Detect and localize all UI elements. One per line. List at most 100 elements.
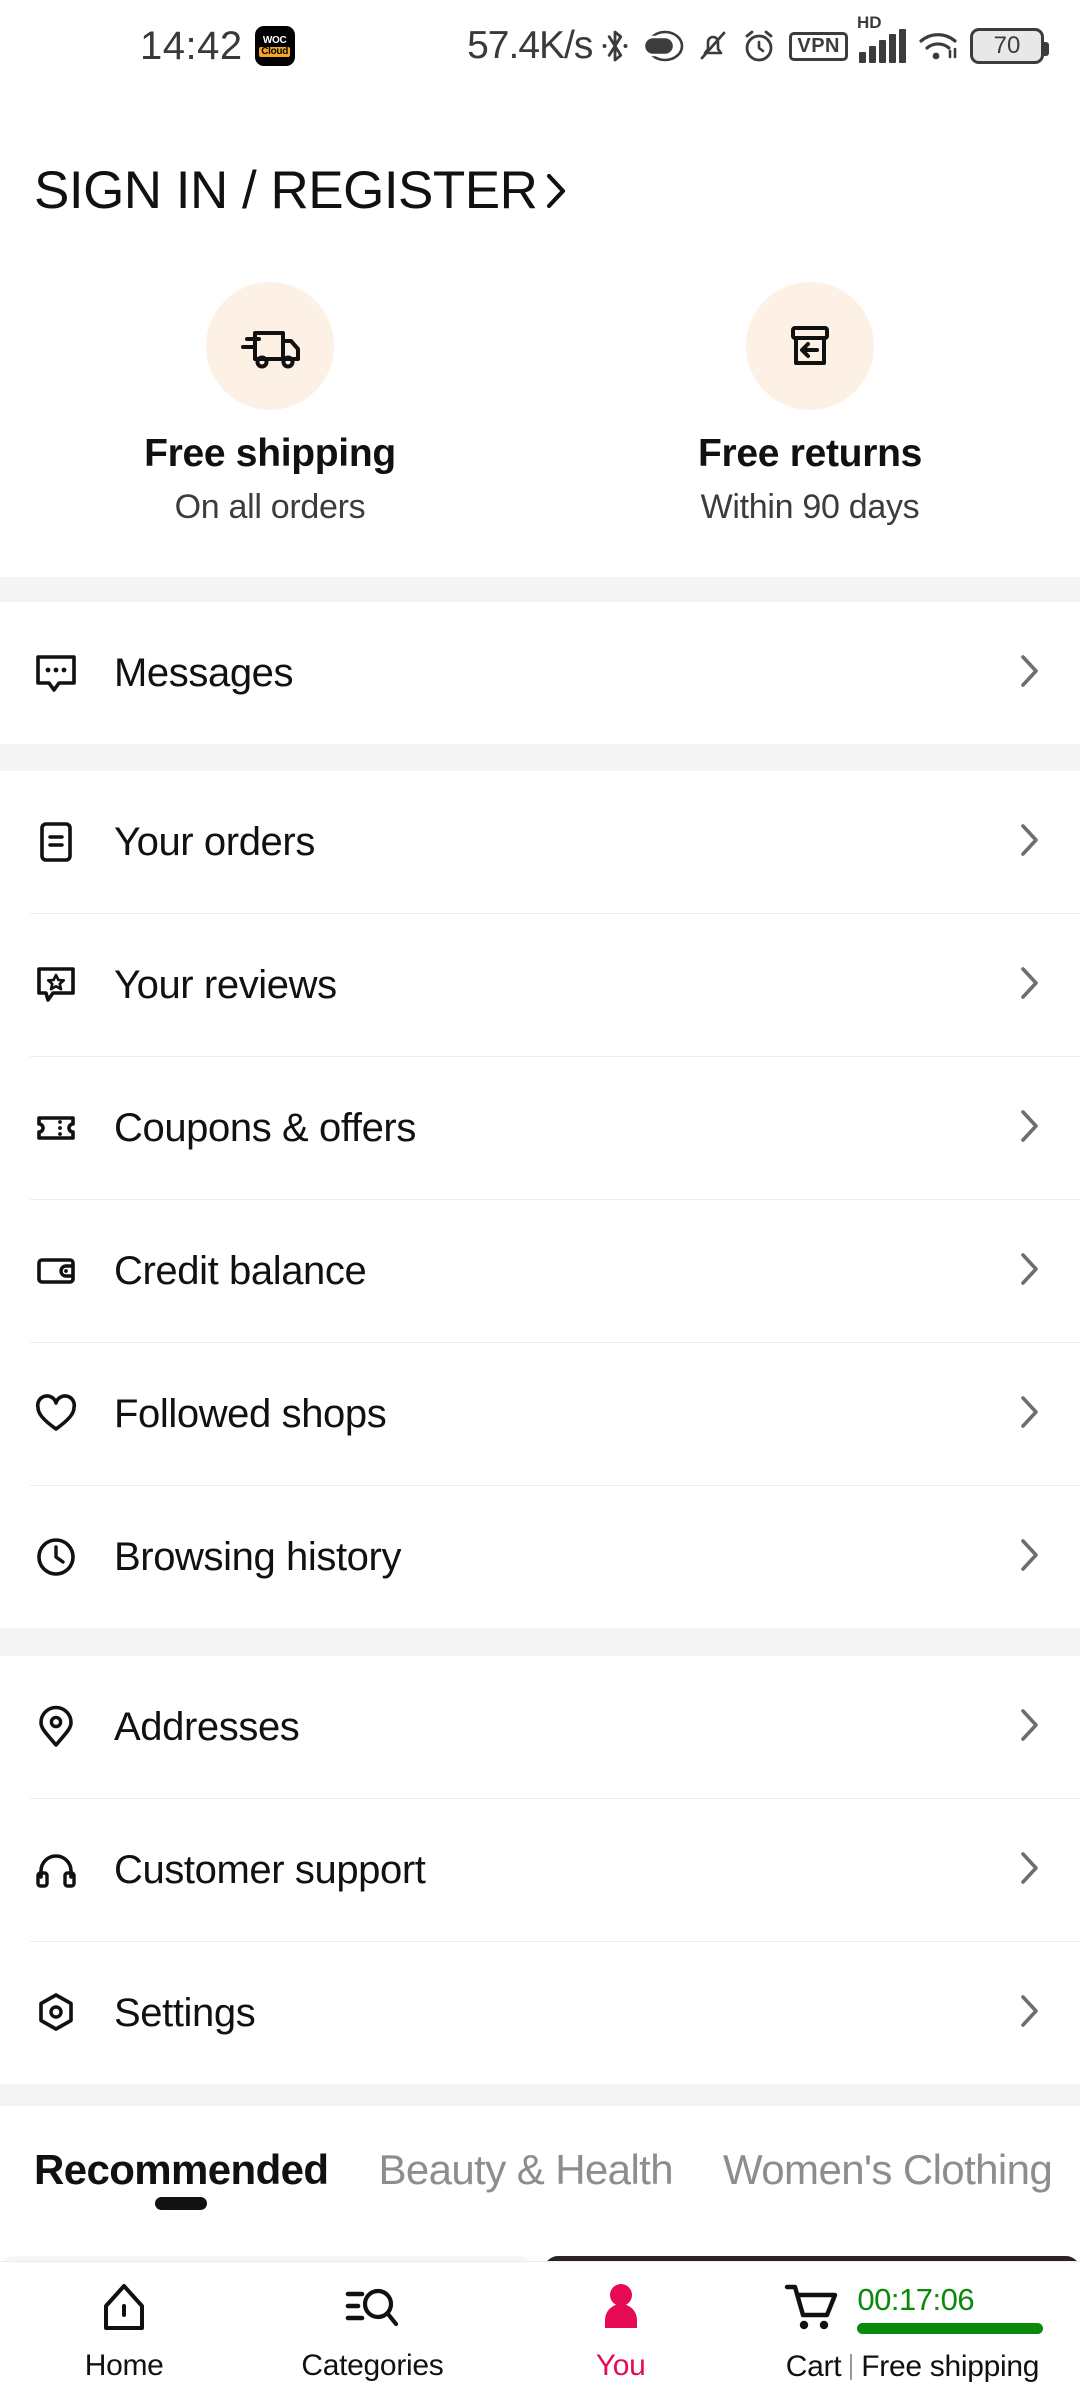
chevron-right-icon [1014, 1846, 1044, 1895]
menu-group-2: Your orders Your reviews Coupons & offer… [0, 771, 1080, 1628]
benefit-title: Free shipping [144, 432, 396, 475]
menu-item-browsing-history[interactable]: Browsing history [0, 1486, 1080, 1628]
nav-item-categories[interactable]: Categories [248, 2280, 496, 2383]
chevron-right-icon [1014, 1533, 1044, 1582]
nav-label: Categories [301, 2348, 444, 2382]
menu-item-label: Customer support [114, 1847, 426, 1892]
categories-search-icon [342, 2280, 402, 2339]
feed-tabs: Recommended Beauty & Health Women's Clot… [0, 2124, 1080, 2232]
chevron-right-icon [1014, 818, 1044, 867]
menu-item-label: Browsing history [114, 1534, 402, 1579]
delivery-truck-icon [206, 282, 334, 410]
sign-in-register-button[interactable]: SIGN IN / REGISTER [34, 160, 571, 221]
menu-item-label: Messages [114, 650, 294, 695]
nav-item-you[interactable]: You [497, 2280, 745, 2383]
section-gap [0, 2084, 1080, 2106]
menu-item-label: Credit balance [114, 1248, 367, 1293]
menu-group-3: Addresses Customer support Settings [0, 1656, 1080, 2084]
clock-icon [30, 1531, 92, 1583]
chevron-right-icon [1014, 1247, 1044, 1296]
cart-free-shipping-timer: 00:17:06 [857, 2282, 1044, 2334]
menu-item-your-orders[interactable]: Your orders [0, 771, 1080, 913]
wifi-icon [917, 29, 959, 63]
chevron-right-icon [541, 169, 571, 213]
signal-bars [859, 29, 906, 63]
signal-icon: HD [857, 13, 906, 63]
benefit-subtitle: On all orders [174, 488, 366, 526]
cart-promo-label: Free shipping [861, 2349, 1040, 2383]
location-pin-icon [30, 1701, 92, 1753]
shopping-cart-icon [781, 2279, 843, 2340]
menu-item-label: Coupons & offers [114, 1105, 416, 1150]
wallet-icon [30, 1245, 92, 1297]
bluetooth-icon [601, 28, 629, 64]
order-document-icon [30, 816, 92, 868]
status-bar-right: 57.4K/s VPN HD 70 [467, 13, 1049, 68]
silent-bell-icon [697, 28, 729, 64]
menu-item-customer-support[interactable]: Customer support [0, 1799, 1080, 1941]
bottom-navigation: Home Categories You 00:17:06 Cart Free s… [0, 2262, 1080, 2400]
status-clock: 14:42 [140, 23, 243, 68]
battery-level: 70 [993, 32, 1021, 59]
timer-progress-bar [857, 2323, 1044, 2334]
nav-label: You [595, 2348, 646, 2382]
status-bar-left: 14:42 WOC Cloud [140, 24, 295, 69]
timer-text: 00:17:06 [857, 2282, 975, 2317]
label-separator [850, 2353, 853, 2380]
tab-beauty-health[interactable]: Beauty & Health [378, 2124, 673, 2194]
benefit-free-returns[interactable]: Free returns Within 90 days [540, 282, 1080, 527]
benefit-subtitle: Within 90 days [700, 488, 920, 526]
cart-top-row: 00:17:06 [781, 2279, 1044, 2340]
active-tab-indicator [155, 2197, 208, 2210]
hd-label: HD [857, 13, 882, 32]
vpn-icon: VPN [789, 31, 848, 61]
chevron-right-icon [1014, 961, 1044, 1010]
coupon-ticket-icon [30, 1102, 92, 1154]
nav-label: Home [84, 2348, 164, 2382]
menu-item-addresses[interactable]: Addresses [0, 1656, 1080, 1798]
tab-label: Recommended [34, 2146, 329, 2193]
section-gap [0, 1628, 1080, 1656]
menu-item-label: Followed shops [114, 1391, 387, 1436]
review-star-bubble-icon [30, 959, 92, 1011]
menu-item-your-reviews[interactable]: Your reviews [0, 914, 1080, 1056]
menu-item-followed-shops[interactable]: Followed shops [0, 1343, 1080, 1485]
benefits-section: Free shipping On all orders Free returns… [0, 282, 1080, 527]
section-gap [0, 577, 1080, 602]
sign-in-label: SIGN IN / REGISTER [34, 161, 538, 220]
chevron-right-icon [1014, 1989, 1044, 2038]
menu-item-coupons-offers[interactable]: Coupons & offers [0, 1057, 1080, 1199]
menu-item-messages[interactable]: Messages [0, 602, 1080, 744]
home-icon [96, 2280, 152, 2339]
menu-item-settings[interactable]: Settings [0, 1942, 1080, 2084]
menu-item-label: Settings [114, 1990, 256, 2035]
chevron-right-icon [1014, 1104, 1044, 1153]
cart-label: Cart [785, 2349, 842, 2383]
benefit-title: Free returns [698, 432, 922, 475]
menu-list: Messages Your orders Your reviews Coupon… [0, 577, 1080, 2106]
menu-item-label: Addresses [114, 1704, 300, 1749]
tab-recommended[interactable]: Recommended [34, 2124, 329, 2210]
chevron-right-icon [1014, 1703, 1044, 1752]
benefit-free-shipping[interactable]: Free shipping On all orders [0, 282, 540, 527]
chevron-right-icon [1014, 1390, 1044, 1439]
badge-line-2: Cloud [259, 45, 291, 57]
status-bar: 14:42 WOC Cloud 57.4K/s VPN HD 70 [0, 0, 1080, 92]
woc-cloud-badge-icon: WOC Cloud [254, 26, 295, 66]
menu-item-label: Your reviews [114, 962, 337, 1007]
nav-item-cart[interactable]: 00:17:06 Cart Free shipping [745, 2279, 1080, 2384]
tab-womens-clothing[interactable]: Women's Clothing [723, 2124, 1053, 2194]
app-screen: 14:42 WOC Cloud 57.4K/s VPN HD 70 SIGN I… [0, 0, 1080, 2400]
tab-label: Women's Clothing [723, 2146, 1053, 2193]
menu-group-1: Messages [0, 602, 1080, 744]
menu-item-label: Your orders [114, 819, 315, 864]
heart-icon [30, 1388, 92, 1440]
menu-item-credit-balance[interactable]: Credit balance [0, 1200, 1080, 1342]
network-speed-text: 57.4K/s [467, 24, 593, 67]
nav-item-home[interactable]: Home [0, 2280, 248, 2383]
headset-icon [30, 1844, 92, 1896]
return-box-icon [746, 282, 874, 410]
settings-gear-icon [30, 1987, 92, 2039]
person-icon [596, 2280, 646, 2339]
alarm-icon [740, 27, 778, 65]
